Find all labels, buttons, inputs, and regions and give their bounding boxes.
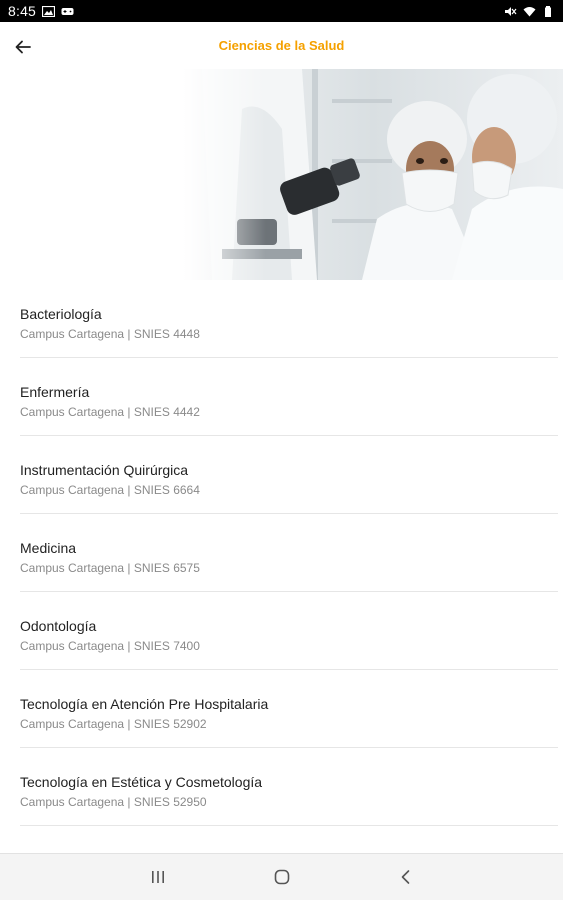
list-item[interactable]: Bacteriología Campus Cartagena | SNIES 4… [20,280,558,358]
program-name: Tecnología en Atención Pre Hospitalaria [20,696,269,712]
system-nav-bar [0,853,563,900]
program-name: Bacteriología [20,306,102,322]
program-name: Odontología [20,618,97,634]
status-bar: 8:45 [0,0,563,22]
status-right [504,5,555,17]
page-title: Ciencias de la Salud [218,38,345,53]
program-details: Campus Cartagena | SNIES 4442 [20,405,200,419]
status-left: 8:45 [8,3,74,19]
list-item[interactable]: Medicina Campus Cartagena | SNIES 6575 [20,514,558,592]
mute-icon [504,6,517,17]
wifi-icon [523,6,536,17]
hero-image [182,69,563,280]
battery-icon [542,5,555,17]
image-icon [42,5,56,17]
program-details: Campus Cartagena | SNIES 4448 [20,327,200,341]
laboratory-illustration [182,69,563,280]
screen: 8:45 Ciencias de la Salud Bacteriología … [0,0,563,900]
status-time: 8:45 [8,3,37,19]
program-details: Campus Cartagena | SNIES 6664 [20,483,200,497]
list-item[interactable]: Odontología Campus Cartagena | SNIES 740… [20,592,558,670]
program-name: Medicina [20,540,77,556]
recents-icon [152,871,164,883]
program-name: Tecnología en Estética y Cosmetología [20,774,263,790]
program-name: Enfermería [20,384,90,400]
gamepad-icon [61,6,74,17]
list-item[interactable]: Enfermería Campus Cartagena | SNIES 4442 [20,358,558,436]
app-bar: Ciencias de la Salud [0,22,563,70]
recents-button[interactable] [145,864,171,890]
list-item[interactable]: Tecnología en Estética y Cosmetología Ca… [20,748,558,826]
program-details: Campus Cartagena | SNIES 7400 [20,639,200,653]
home-icon [274,869,290,885]
program-list: Bacteriología Campus Cartagena | SNIES 4… [0,280,563,826]
list-item[interactable]: Tecnología en Atención Pre Hospitalaria … [20,670,558,748]
program-name: Instrumentación Quirúrgica [20,462,189,478]
program-details: Campus Cartagena | SNIES 6575 [20,561,200,575]
program-details: Campus Cartagena | SNIES 52902 [20,717,207,731]
home-button[interactable] [269,864,295,890]
system-back-button[interactable] [393,864,419,890]
list-item[interactable]: Instrumentación Quirúrgica Campus Cartag… [20,436,558,514]
back-icon [401,870,410,884]
program-details: Campus Cartagena | SNIES 52950 [20,795,207,809]
